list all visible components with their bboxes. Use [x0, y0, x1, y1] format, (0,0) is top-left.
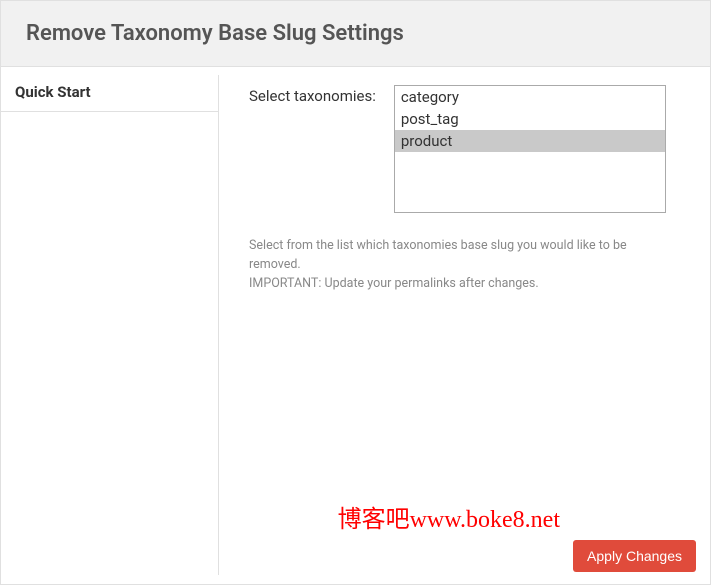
main-content: Select taxonomies: category post_tag pro… [219, 67, 710, 584]
apply-changes-button[interactable]: Apply Changes [573, 540, 696, 572]
taxonomy-option[interactable]: category [395, 86, 665, 108]
taxonomy-select-wrapper: category post_tag product [394, 85, 666, 213]
taxonomy-row: Select taxonomies: category post_tag pro… [249, 85, 680, 213]
taxonomy-select[interactable]: category post_tag product [395, 86, 665, 212]
select-taxonomies-label: Select taxonomies: [249, 85, 376, 213]
taxonomy-option[interactable]: product [395, 130, 665, 152]
help-text: Select from the list which taxonomies ba… [249, 237, 680, 293]
sidebar: Quick Start [1, 67, 219, 584]
sidebar-spacer [1, 111, 219, 575]
panel-header: Remove Taxonomy Base Slug Settings [1, 1, 710, 67]
help-line-2: IMPORTANT: Update your permalinks after … [249, 275, 680, 294]
page-title: Remove Taxonomy Base Slug Settings [26, 21, 685, 46]
tab-quick-start[interactable]: Quick Start [1, 75, 219, 111]
help-line-1: Select from the list which taxonomies ba… [249, 237, 680, 275]
settings-panel: Remove Taxonomy Base Slug Settings Quick… [0, 0, 711, 585]
taxonomy-option[interactable]: post_tag [395, 108, 665, 130]
content-area: Quick Start Select taxonomies: category … [1, 67, 710, 584]
